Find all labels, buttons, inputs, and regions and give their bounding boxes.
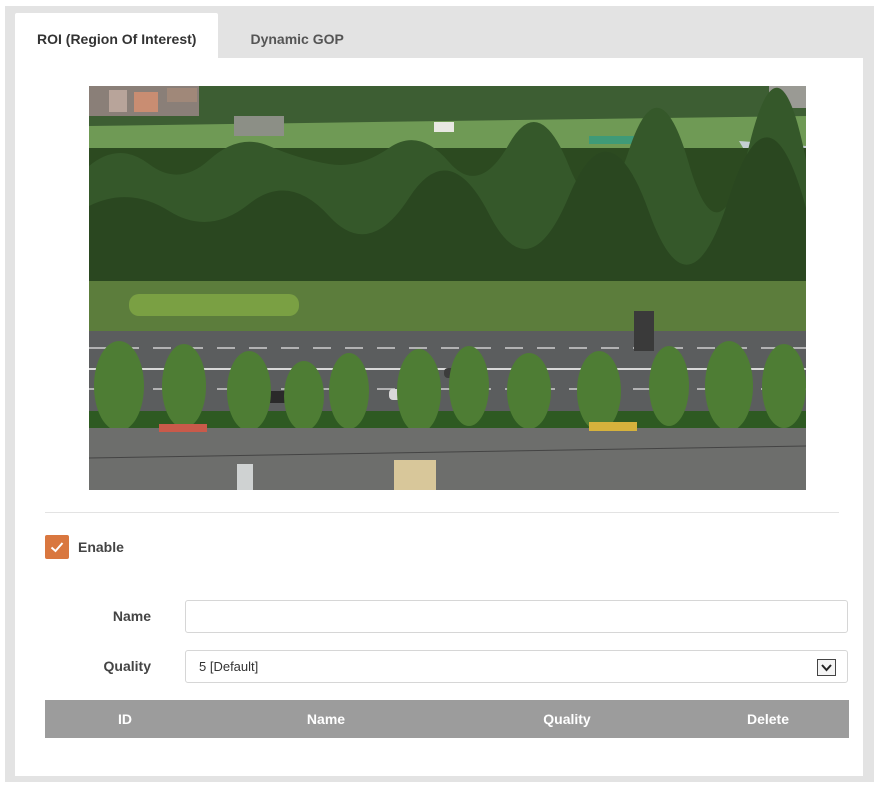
column-header-quality: Quality (543, 711, 591, 727)
column-header-name: Name (306, 711, 346, 727)
name-input[interactable] (185, 600, 848, 633)
checkmark-icon (50, 542, 64, 553)
chevron-down-icon[interactable] (817, 659, 836, 676)
enable-checkbox[interactable] (45, 535, 69, 559)
quality-label: Quality (103, 658, 151, 674)
column-header-delete: Delete (746, 711, 790, 727)
column-header-id: ID (118, 711, 132, 727)
roi-settings-frame: ROI (Region Of Interest) Dynamic GOP Ena… (5, 6, 874, 782)
quality-select-value: 5 [Default] (199, 659, 259, 674)
name-label: Name (112, 608, 151, 624)
roi-panel: Enable Name Quality 5 [Default] ID Name … (15, 58, 863, 776)
camera-live-view-icon (89, 86, 806, 490)
roi-table-header: ID Name Quality Delete (45, 700, 849, 738)
enable-label: Enable (78, 539, 124, 555)
camera-preview[interactable] (89, 86, 806, 490)
section-divider (45, 512, 839, 513)
enable-row: Enable (45, 535, 124, 559)
quality-select[interactable]: 5 [Default] (185, 650, 848, 683)
